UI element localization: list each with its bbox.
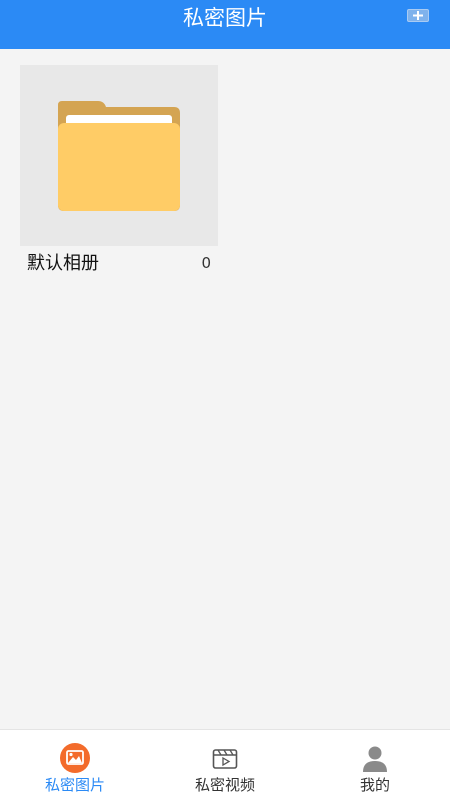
album-thumbnail <box>20 65 218 246</box>
tab-private-images[interactable]: 私密图片 <box>0 730 150 800</box>
album-grid: 默认相册 0 <box>0 49 450 729</box>
bottom-tab-bar: 私密图片 私密视频 我的 <box>0 729 450 800</box>
tab-label: 私密图片 <box>44 776 105 794</box>
page-title: 私密图片 <box>183 6 267 30</box>
video-icon <box>212 749 238 769</box>
album-card-default[interactable]: 默认相册 0 <box>20 65 218 281</box>
add-album-button[interactable] <box>407 9 429 22</box>
person-icon <box>363 746 387 772</box>
tab-private-videos[interactable]: 私密视频 <box>150 730 300 800</box>
plus-icon <box>413 11 423 20</box>
app-header: 私密图片 <box>0 0 450 49</box>
image-icon <box>60 743 90 773</box>
album-name: 默认相册 <box>27 253 99 274</box>
album-photo-count: 0 <box>201 254 211 272</box>
folder-icon <box>58 101 180 211</box>
tab-mine[interactable]: 我的 <box>300 730 450 800</box>
tab-label: 私密视频 <box>194 776 255 794</box>
tab-label: 我的 <box>359 776 390 794</box>
